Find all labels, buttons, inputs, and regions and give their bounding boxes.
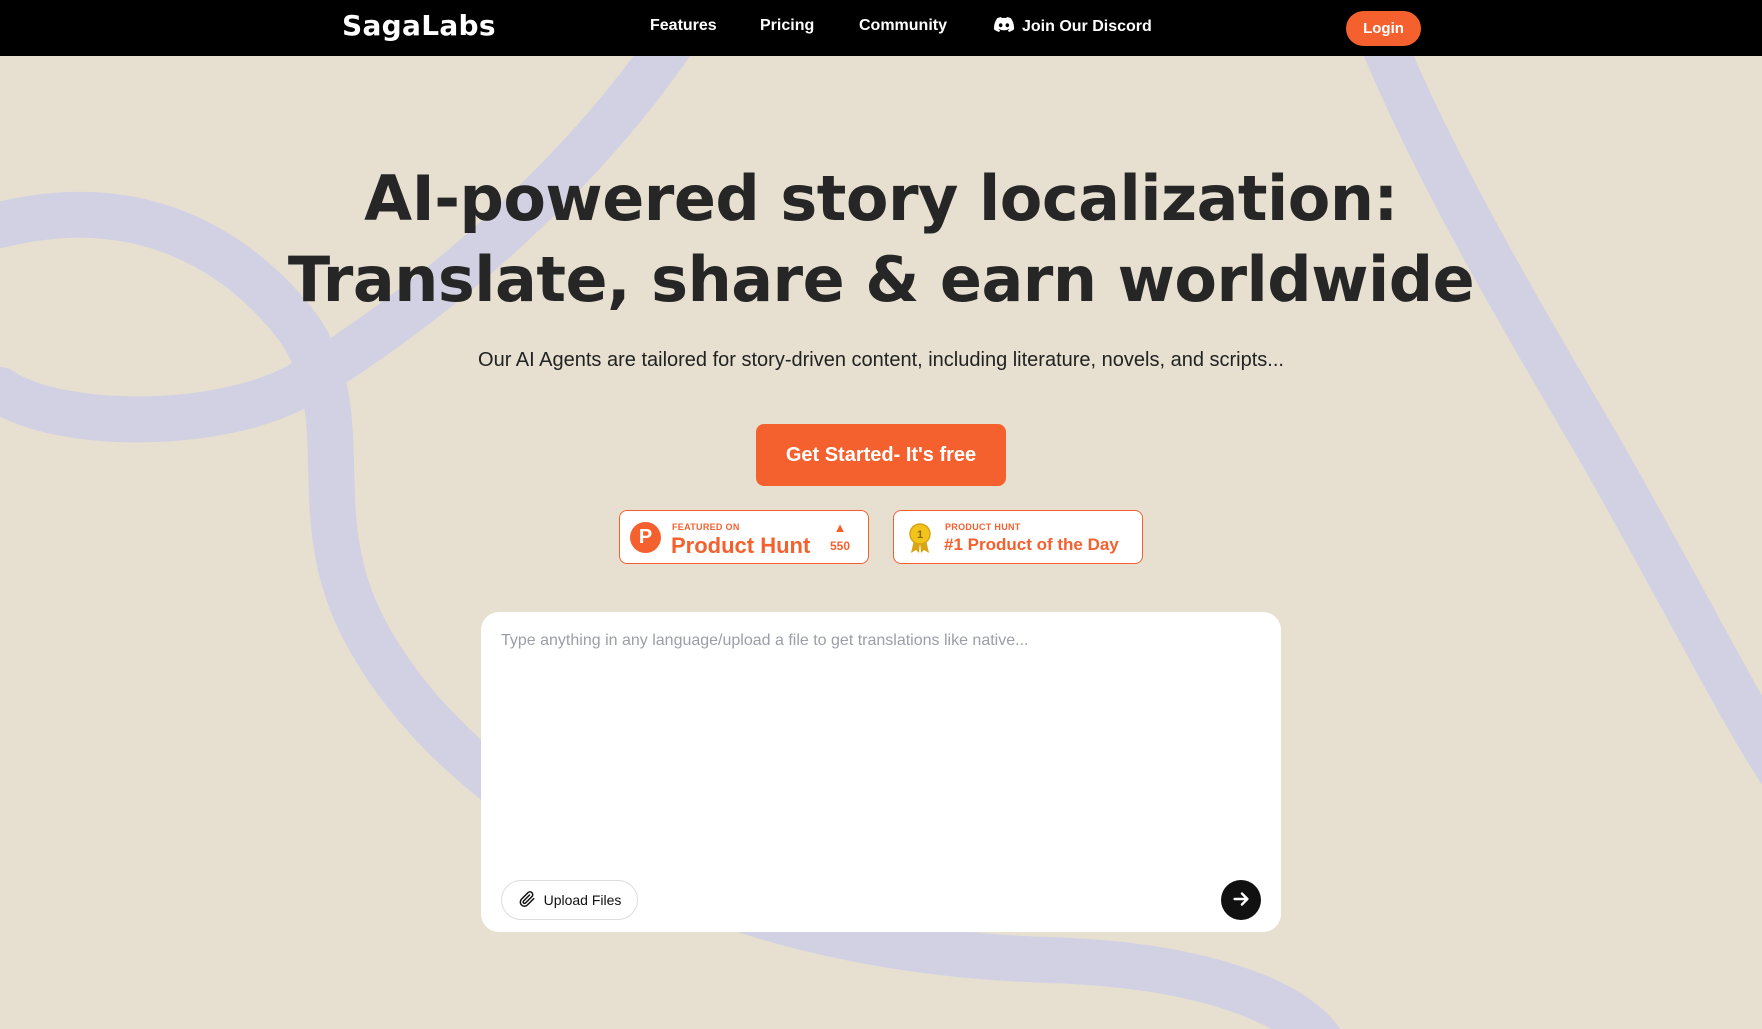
product-of-the-day-badge[interactable]: 1 PRODUCT HUNT #1 Product of the Day (893, 510, 1143, 564)
nav-link-pricing[interactable]: Pricing (760, 17, 814, 35)
badge-title: Product Hunt (671, 533, 811, 558)
hero-subheadline: Our AI Agents are tailored for story-dri… (478, 349, 1284, 371)
discord-label: Join Our Discord (1022, 18, 1152, 35)
top-navbar: SagaLabs Features Pricing Community Join… (0, 0, 1762, 56)
brand-logo[interactable]: SagaLabs (342, 9, 496, 42)
upvote-counter: ▲ 550 (827, 520, 853, 554)
nav-link-community[interactable]: Community (859, 17, 947, 35)
product-hunt-logo-icon: P (630, 522, 661, 553)
product-hunt-featured-badge[interactable]: P FEATURED ON Product Hunt ▲ 550 (619, 510, 869, 564)
arrow-right-icon (1230, 888, 1252, 913)
upvote-count: 550 (829, 539, 851, 553)
triangle-up-icon: ▲ (833, 520, 847, 535)
badge-title: #1 Product of the Day (944, 535, 1119, 554)
headline-line-2: Translate, share & earn worldwide (287, 243, 1475, 316)
hero-headline: AI-powered story localization: Translate… (0, 158, 1762, 320)
discord-icon (994, 17, 1015, 37)
upload-files-label: Upload Files (543, 892, 622, 908)
badge-eyebrow: FEATURED ON (672, 522, 740, 532)
paperclip-icon (518, 890, 536, 911)
badge-eyebrow: PRODUCT HUNT (945, 522, 1021, 532)
nav-link-features[interactable]: Features (650, 17, 717, 35)
login-button[interactable]: Login (1346, 11, 1421, 46)
translation-composer: Upload Files (481, 612, 1281, 932)
nav-link-discord[interactable]: Join Our Discord (994, 17, 1152, 37)
translation-input[interactable] (501, 632, 1261, 852)
medal-number: 1 (917, 529, 923, 541)
get-started-button[interactable]: Get Started- It's free (756, 424, 1006, 486)
upload-files-button[interactable]: Upload Files (501, 880, 638, 920)
headline-line-1: AI-powered story localization: (364, 162, 1398, 235)
send-button[interactable] (1221, 880, 1261, 920)
medal-icon: 1 (909, 523, 931, 553)
